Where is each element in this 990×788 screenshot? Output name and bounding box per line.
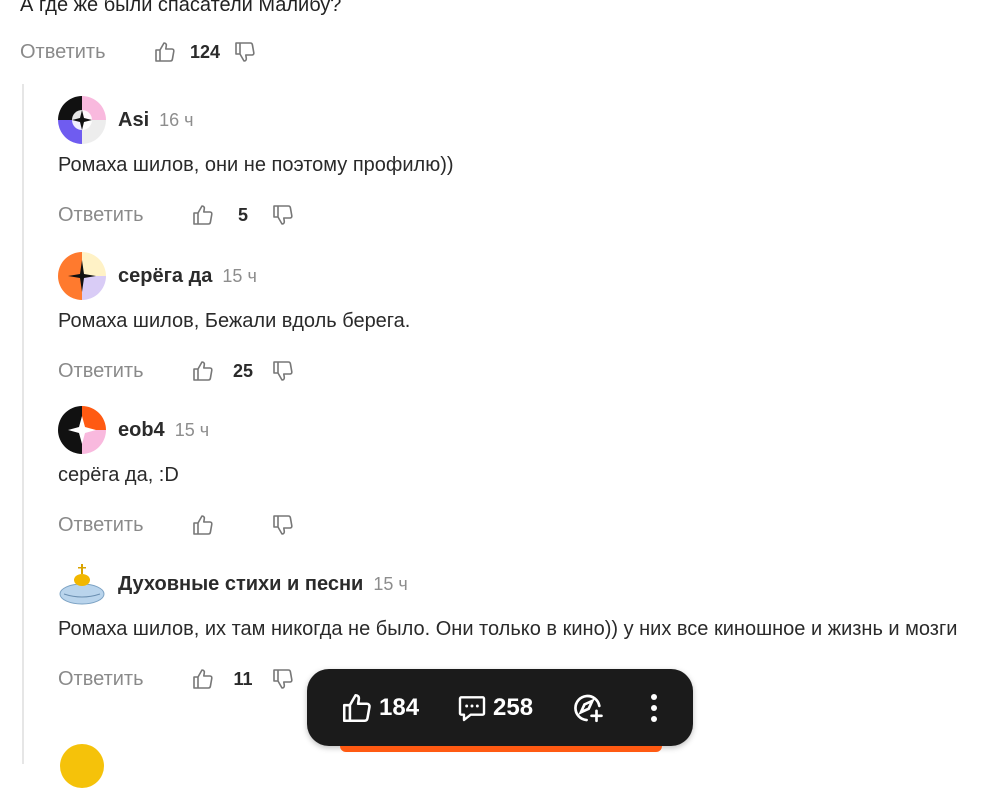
comment-text: серёга да, :D <box>58 464 179 486</box>
like-icon <box>342 693 371 722</box>
avatar[interactable] <box>58 406 106 454</box>
reply-comment: Asi 16 ч Ромаха шилов, они не поэтому пр… <box>58 96 978 229</box>
like-icon[interactable] <box>152 39 178 65</box>
like-icon[interactable] <box>190 358 216 384</box>
dislike-icon[interactable] <box>270 512 296 538</box>
parent-comment-actions: Ответить 124 <box>20 38 258 66</box>
reply-comment: серёга да 15 ч Ромаха шилов, Бежали вдол… <box>58 252 978 385</box>
comment-author[interactable]: Asi <box>118 109 149 132</box>
like-count: 124 <box>189 41 221 62</box>
parent-comment-text: А где же были спасатели Малибу? <box>20 0 342 16</box>
reply-button[interactable]: Ответить <box>58 204 190 227</box>
reply-button[interactable]: Ответить <box>58 360 190 383</box>
comment-time: 15 ч <box>373 573 408 594</box>
comment-time: 15 ч <box>174 419 210 440</box>
more-vertical-icon <box>651 693 658 722</box>
comments-button[interactable]: 258 <box>455 692 533 724</box>
dislike-icon[interactable] <box>270 666 296 692</box>
avatar[interactable] <box>58 96 106 144</box>
comment-time: 15 ч <box>222 265 257 286</box>
comment-text: Ромаха шилов, их там никогда не было. Он… <box>58 618 958 640</box>
save-button[interactable] <box>571 691 605 725</box>
like-icon[interactable] <box>190 512 216 538</box>
comment-text: Ромаха шилов, они не поэтому профилю)) <box>58 154 454 176</box>
comment-author[interactable]: Духовные стихи и песни <box>118 573 363 596</box>
comment-icon <box>458 695 486 721</box>
dislike-icon[interactable] <box>270 202 296 228</box>
floating-action-bar: 184 258 <box>307 669 693 746</box>
reply-button[interactable]: Ответить <box>58 514 190 537</box>
comment-author[interactable]: серёга да <box>118 265 212 288</box>
reply-comment: eob4 15 ч серёга да, :D Ответить <box>58 406 978 539</box>
dislike-icon[interactable] <box>232 39 258 65</box>
bar-accent <box>340 746 662 752</box>
comment-text: Ромаха шилов, Бежали вдоль берега. <box>58 310 411 332</box>
avatar[interactable] <box>58 560 106 608</box>
like-icon[interactable] <box>190 666 216 692</box>
like-count: 11 <box>233 668 253 689</box>
avatar[interactable] <box>58 252 106 300</box>
like-count: 5 <box>237 204 248 225</box>
reply-button[interactable]: Ответить <box>20 41 152 64</box>
comment-time: 16 ч <box>159 109 194 130</box>
post-like-count: 184 <box>379 693 420 721</box>
comment-author[interactable]: eob4 <box>118 419 165 442</box>
like-icon[interactable] <box>190 202 216 228</box>
avatar[interactable] <box>60 744 104 788</box>
thread-line <box>22 84 24 764</box>
post-like-button[interactable]: 184 <box>339 691 419 725</box>
reply-button[interactable]: Ответить <box>58 668 190 691</box>
comments-count: 258 <box>493 693 534 721</box>
like-count: 25 <box>232 360 254 381</box>
dislike-icon[interactable] <box>270 358 296 384</box>
more-options-button[interactable] <box>649 693 659 723</box>
compass-add-icon <box>574 694 603 722</box>
